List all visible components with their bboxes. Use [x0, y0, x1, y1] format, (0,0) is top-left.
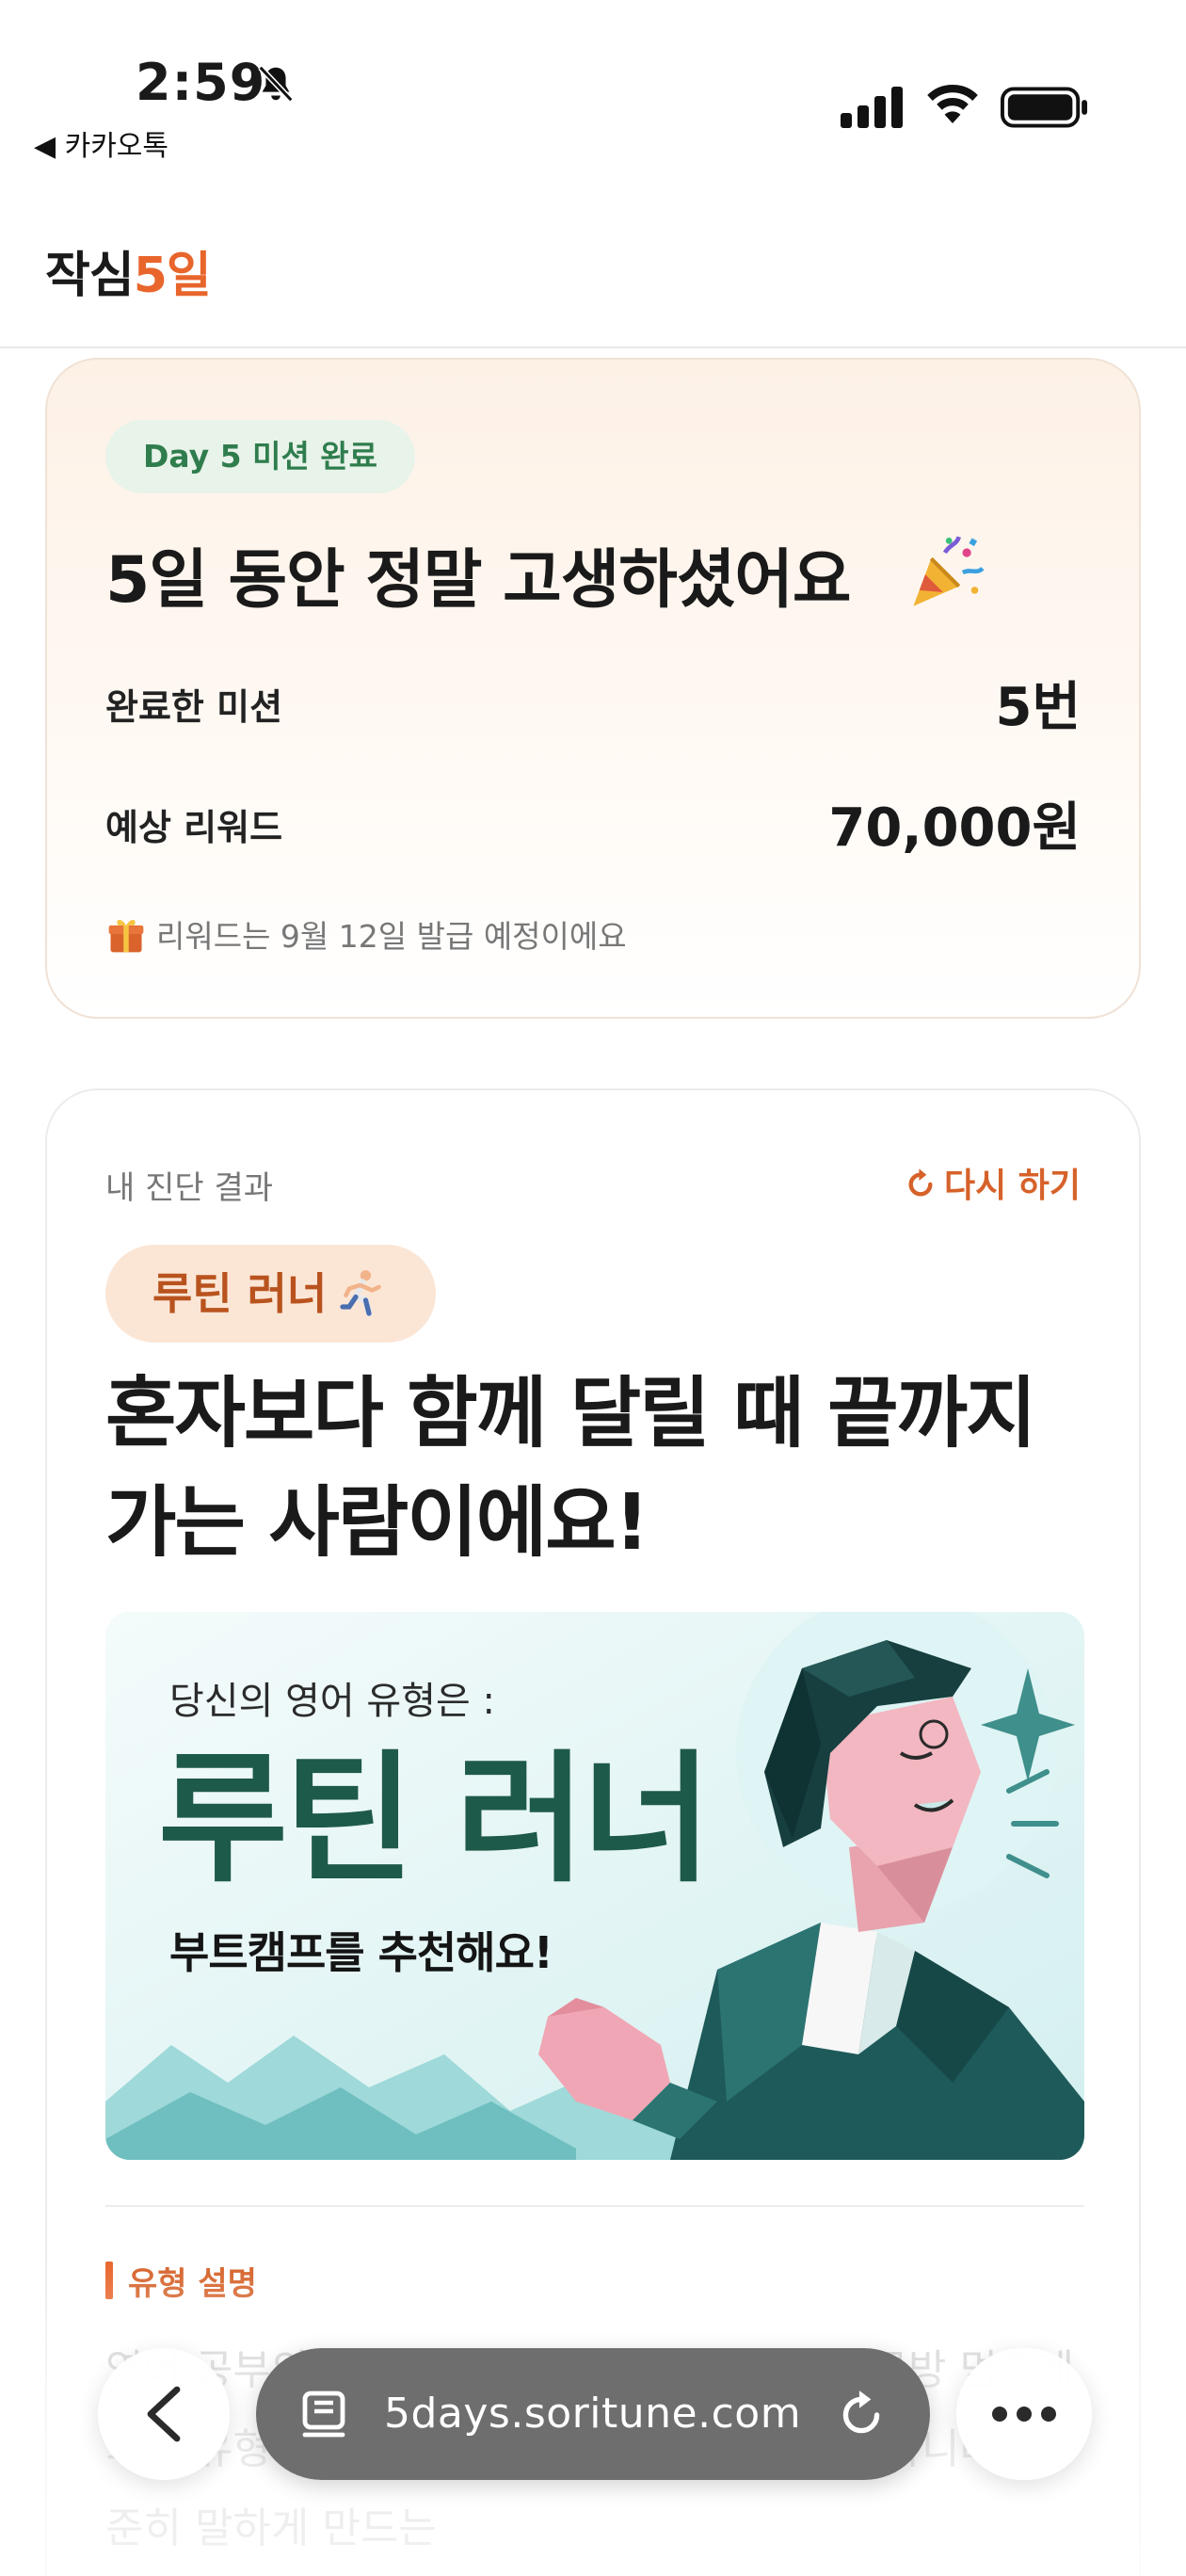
type-badge: 루틴 러너	[105, 1245, 437, 1343]
retry-button[interactable]: 다시 하기	[903, 1158, 1081, 1207]
status-bar: 2:59 ◀ 카카오톡	[0, 0, 1186, 169]
bell-slash-icon	[258, 65, 294, 103]
status-time: 2:59	[136, 53, 266, 112]
logo-main: 작심	[45, 248, 135, 304]
address-bar[interactable]: 5days.soritune.com	[256, 2348, 930, 2480]
refresh-icon	[908, 1168, 933, 1197]
retry-label: 다시 하기	[943, 1167, 1081, 1205]
browser-more-button[interactable]	[956, 2348, 1092, 2480]
page-menu-icon	[302, 2391, 345, 2438]
reward-note: 리워드는 9월 12일 발급 예정이에요	[105, 911, 627, 959]
result-banner: 당신의 영어 유형은 : 루틴 러너 부트캠프를 추천해요!	[105, 1612, 1084, 2160]
runner-icon	[340, 1269, 382, 1316]
url-text: 5days.soritune.com	[384, 2390, 802, 2438]
banner-recommendation: 부트캠프를 추천해요!	[169, 1927, 553, 1978]
type-badge-label: 루틴 러너	[152, 1268, 328, 1319]
browser-back-button[interactable]	[98, 2348, 230, 2480]
app-logo[interactable]: 작심5일	[45, 235, 212, 306]
result-headline: 혼자보다 함께 달릴 때 끝까지 가는 사람이에요!	[105, 1369, 1036, 1568]
reward-note-text: 리워드는 9월 12일 발급 예정이에요	[156, 918, 627, 955]
banner-subtitle: 당신의 영어 유형은 :	[169, 1680, 496, 1723]
mission-complete-card: Day 5 미션 완료 5일 동안 정말 고생하셨어요 완료한 미션 5번 예상…	[45, 358, 1141, 1019]
completed-missions-label: 완료한 미션	[105, 686, 283, 728]
result-label: 내 진단 결과	[105, 1169, 274, 1207]
wifi-icon	[927, 84, 978, 123]
completed-missions-value: 5번	[995, 677, 1082, 738]
expected-reward-label: 예상 리워드	[105, 807, 283, 848]
more-dots-icon	[992, 2407, 1056, 2422]
expected-reward-value: 70,000원	[828, 797, 1081, 859]
app-header: 작심5일	[0, 188, 1186, 348]
chevron-left-icon	[147, 2386, 181, 2442]
back-to-app-link[interactable]: ◀ 카카오톡	[34, 122, 168, 164]
cellular-signal-icon	[841, 87, 903, 128]
reload-icon[interactable]	[834, 2388, 889, 2442]
complete-title: 5일 동안 정말 고생하셨어요	[105, 543, 851, 618]
day-complete-badge: Day 5 미션 완료	[105, 420, 416, 493]
section-divider	[105, 2205, 1084, 2207]
type-description-title: 유형 설명	[105, 2258, 257, 2304]
gift-icon	[108, 919, 144, 952]
battery-icon	[1001, 87, 1088, 128]
logo-accent: 5일	[133, 248, 212, 304]
party-popper-icon	[913, 536, 985, 606]
banner-title: 루틴 러너	[158, 1738, 712, 1902]
